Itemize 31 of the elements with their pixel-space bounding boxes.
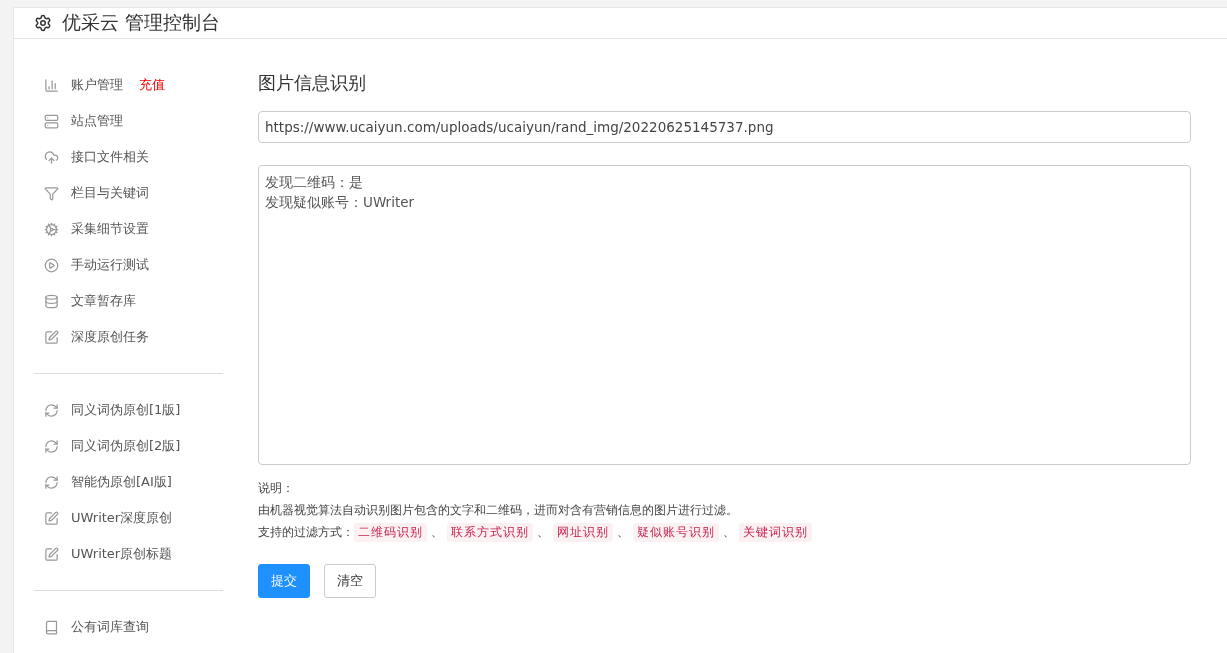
sidebar-item[interactable]: 同义词伪原创[1版] [34, 392, 223, 428]
notes-description: 由机器视觉算法自动识别图片包含的文字和二维码，进而对含有营销信息的图片进行过滤。 [258, 502, 739, 519]
clear-button[interactable]: 清空 [324, 564, 376, 598]
result-field[interactable]: 发现二维码：是 发现疑似账号：UWriter [258, 165, 1191, 465]
sidebar-item[interactable]: 文章暂存库 [34, 283, 223, 319]
filter-tag: 疑似账号识别 [633, 523, 719, 542]
sidebar-item[interactable]: 站点管理 [34, 103, 223, 139]
url-field[interactable]: https://www.ucaiyun.com/uploads/ucaiyun/rand_img/20220625145737.png [258, 111, 1191, 143]
sidebar-item[interactable]: 智能伪原创[AI版] [34, 464, 223, 500]
console-title: 优采云 管理控制台 [62, 10, 221, 35]
page-title: 图片信息识别 [258, 71, 367, 95]
sidebar-item[interactable]: 同义词伪原创[2版] [34, 428, 223, 464]
sidebar-item[interactable]: 手动运行测试 [34, 247, 223, 283]
sidebar-item[interactable]: 公有词库查询 [34, 609, 223, 645]
notes-heading: 说明： [258, 480, 295, 497]
filter-tag: 联系方式识别 [447, 523, 533, 542]
filters-label: 支持的过滤方式： [258, 524, 354, 541]
sidebar-item[interactable]: 采集细节设置 [34, 211, 223, 247]
sidebar-item[interactable]: UWriter原创标题 [34, 536, 223, 572]
filter-tag: 关键词识别 [739, 523, 812, 542]
separator-mark: 、 [617, 524, 629, 541]
sidebar-item[interactable]: 账户管理 充值 [34, 67, 223, 103]
sidebar-item[interactable]: 接口文件相关 [34, 139, 223, 175]
filter-tag: 二维码识别 [354, 523, 427, 542]
sidebar-item[interactable]: UWriter深度原创 [34, 500, 223, 536]
separator-mark: 、 [431, 524, 443, 541]
sidebar-item[interactable]: 栏目与关键词 [34, 175, 223, 211]
sidebar-item[interactable]: 深度原创任务 [34, 319, 223, 355]
filter-tag: 网址识别 [553, 523, 613, 542]
separator-mark: 、 [537, 524, 549, 541]
separator-mark: 、 [723, 524, 735, 541]
